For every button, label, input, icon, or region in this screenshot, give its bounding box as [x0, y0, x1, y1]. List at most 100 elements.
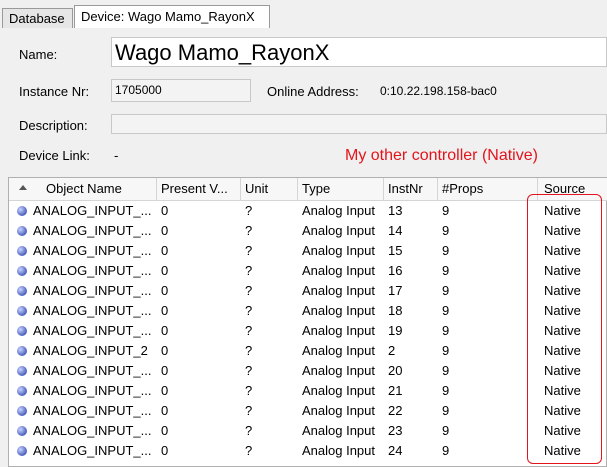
cell-props: 9	[442, 323, 450, 338]
cell-object-name: ANALOG_INPUT_...	[33, 303, 152, 318]
device-link-value: -	[114, 148, 119, 163]
col-type[interactable]: Type	[298, 178, 384, 200]
cell-unit: ?	[245, 283, 253, 298]
cell-type: Analog Input	[302, 363, 376, 378]
cell-unit: ?	[245, 423, 253, 438]
cell-object-name: ANALOG_INPUT_...	[33, 323, 152, 338]
table-row[interactable]: ANALOG_INPUT_... 0? Analog Input 14 9 Native	[9, 221, 607, 241]
description-field[interactable]	[111, 114, 607, 134]
col-props-label: #Props	[442, 181, 484, 196]
tab-device[interactable]: Device: Wago Mamo_RayonX	[74, 5, 270, 28]
cell-object-name: ANALOG_INPUT_...	[33, 383, 152, 398]
analog-object-icon	[17, 366, 27, 376]
col-props[interactable]: #Props	[438, 178, 538, 200]
instance-field[interactable]: 1705000	[111, 79, 251, 102]
cell-props: 9	[442, 263, 450, 278]
cell-pv: 0	[161, 423, 169, 438]
cell-type: Analog Input	[302, 283, 376, 298]
cell-props: 9	[442, 363, 450, 378]
table-row[interactable]: ANALOG_INPUT_... 0? Analog Input 24 9 Native	[9, 441, 607, 461]
source-highlight-box	[527, 194, 602, 464]
cell-inst: 13	[388, 203, 403, 218]
cell-inst: 2	[388, 343, 396, 358]
objects-table[interactable]: Object Name Present V... Unit Type InstN…	[8, 177, 607, 467]
cell-inst: 14	[388, 223, 403, 238]
device-link-label: Device Link:	[19, 148, 90, 163]
analog-object-icon	[17, 226, 27, 236]
table-row[interactable]: ANALOG_INPUT_... 0? Analog Input 20 9 Native	[9, 361, 607, 381]
annotation-text: My other controller (Native)	[345, 147, 538, 164]
col-present-value-label: Present V...	[161, 181, 228, 196]
cell-unit: ?	[245, 223, 253, 238]
cell-pv: 0	[161, 263, 169, 278]
col-object-name[interactable]: Object Name	[9, 178, 157, 200]
cell-pv: 0	[161, 323, 169, 338]
cell-type: Analog Input	[302, 423, 376, 438]
col-instnr[interactable]: InstNr	[384, 178, 438, 200]
table-row[interactable]: ANALOG_INPUT_... 0? Analog Input 18 9 Native	[9, 301, 607, 321]
cell-props: 9	[442, 223, 450, 238]
cell-unit: ?	[245, 383, 253, 398]
col-object-name-label: Object Name	[46, 181, 122, 196]
cell-unit: ?	[245, 363, 253, 378]
cell-type: Analog Input	[302, 263, 376, 278]
table-row[interactable]: ANALOG_INPUT_... 0? Analog Input 19 9 Native	[9, 321, 607, 341]
name-label: Name:	[19, 47, 58, 62]
table-row[interactable]: ANALOG_INPUT_... 0? Analog Input 13 9 Native	[9, 201, 607, 221]
table-row[interactable]: ANALOG_INPUT_... 0? Analog Input 16 9 Native	[9, 261, 607, 281]
table-row[interactable]: ANALOG_INPUT_... 0? Analog Input 15 9 Native	[9, 241, 607, 261]
analog-object-icon	[17, 246, 27, 256]
cell-type: Analog Input	[302, 223, 376, 238]
cell-pv: 0	[161, 303, 169, 318]
name-field[interactable]: Wago Mamo_RayonX	[111, 37, 607, 67]
cell-type: Analog Input	[302, 323, 376, 338]
cell-unit: ?	[245, 243, 253, 258]
cell-object-name: ANALOG_INPUT_...	[33, 363, 152, 378]
table-row[interactable]: ANALOG_INPUT_... 0? Analog Input 22 9 Native	[9, 401, 607, 421]
cell-pv: 0	[161, 203, 169, 218]
cell-inst: 23	[388, 423, 403, 438]
cell-pv: 0	[161, 223, 169, 238]
cell-props: 9	[442, 283, 450, 298]
cell-inst: 18	[388, 303, 403, 318]
cell-inst: 20	[388, 363, 403, 378]
instance-label: Instance Nr:	[19, 84, 90, 99]
name-value: Wago Mamo_RayonX	[115, 40, 330, 65]
analog-object-icon	[17, 286, 27, 296]
col-unit[interactable]: Unit	[241, 178, 298, 200]
cell-object-name: ANALOG_INPUT_...	[33, 203, 152, 218]
cell-pv: 0	[161, 383, 169, 398]
table-header: Object Name Present V... Unit Type InstN…	[9, 178, 607, 201]
cell-props: 9	[442, 243, 450, 258]
cell-inst: 16	[388, 263, 403, 278]
cell-props: 9	[442, 203, 450, 218]
cell-inst: 19	[388, 323, 403, 338]
table-row[interactable]: ANALOG_INPUT_... 0? Analog Input 23 9 Native	[9, 421, 607, 441]
analog-object-icon	[17, 306, 27, 316]
cell-unit: ?	[245, 403, 253, 418]
online-address-label: Online Address:	[267, 84, 359, 99]
cell-inst: 22	[388, 403, 403, 418]
cell-inst: 24	[388, 443, 403, 458]
cell-unit: ?	[245, 343, 253, 358]
table-row[interactable]: ANALOG_INPUT_... 0? Analog Input 17 9 Native	[9, 281, 607, 301]
table-row[interactable]: ANALOG_INPUT_... 0? Analog Input 21 9 Native	[9, 381, 607, 401]
cell-object-name: ANALOG_INPUT_...	[33, 403, 152, 418]
cell-type: Analog Input	[302, 303, 376, 318]
cell-inst: 15	[388, 243, 403, 258]
tab-database[interactable]: Database	[2, 8, 73, 28]
cell-type: Analog Input	[302, 383, 376, 398]
cell-props: 9	[442, 383, 450, 398]
analog-object-icon	[17, 406, 27, 416]
cell-unit: ?	[245, 263, 253, 278]
cell-unit: ?	[245, 203, 253, 218]
col-present-value[interactable]: Present V...	[157, 178, 241, 200]
cell-pv: 0	[161, 243, 169, 258]
analog-object-icon	[17, 446, 27, 456]
cell-pv: 0	[161, 343, 169, 358]
col-unit-label: Unit	[245, 181, 269, 196]
cell-props: 9	[442, 303, 450, 318]
cell-inst: 21	[388, 383, 403, 398]
cell-unit: ?	[245, 303, 253, 318]
table-row[interactable]: ANALOG_INPUT_2 0? Analog Input 2 9 Native	[9, 341, 607, 361]
